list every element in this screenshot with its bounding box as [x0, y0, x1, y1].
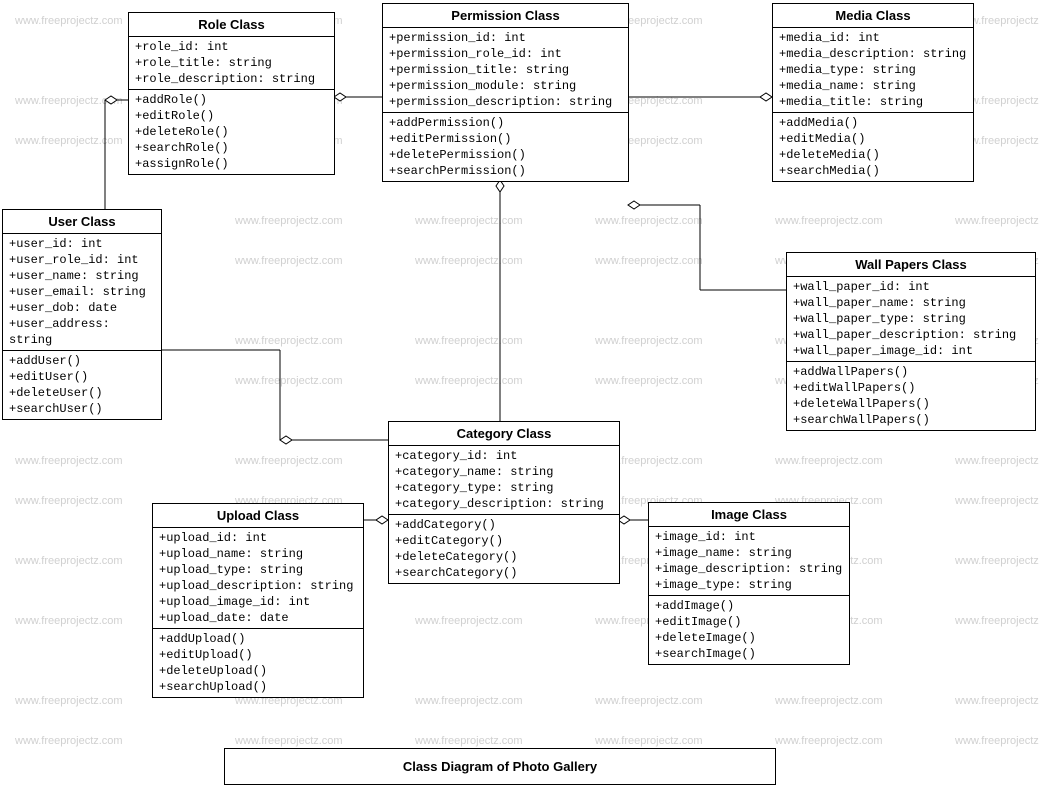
class-operations: +addUser()+editUser()+deleteUser()+searc…: [3, 350, 161, 419]
class-role: Role Class +role_id: int+role_title: str…: [128, 12, 335, 175]
class-operations: +addMedia()+editMedia()+deleteMedia()+se…: [773, 112, 973, 181]
class-user: User Class +user_id: int+user_role_id: i…: [2, 209, 162, 420]
class-operations: +addRole()+editRole()+deleteRole()+searc…: [129, 89, 334, 174]
class-attributes: +permission_id: int+permission_role_id: …: [383, 28, 628, 112]
diagram-canvas: Role Class +role_id: int+role_title: str…: [0, 0, 1039, 792]
class-attributes: +user_id: int+user_role_id: int+user_nam…: [3, 234, 161, 350]
class-image: Image Class +image_id: int+image_name: s…: [648, 502, 850, 665]
class-operations: +addImage()+editImage()+deleteImage()+se…: [649, 595, 849, 664]
class-title: Media Class: [773, 4, 973, 28]
class-attributes: +category_id: int+category_name: string+…: [389, 446, 619, 514]
class-title: User Class: [3, 210, 161, 234]
class-title: Upload Class: [153, 504, 363, 528]
class-title: Role Class: [129, 13, 334, 37]
class-title: Wall Papers Class: [787, 253, 1035, 277]
class-attributes: +upload_id: int+upload_name: string+uplo…: [153, 528, 363, 628]
class-wallpapers: Wall Papers Class +wall_paper_id: int+wa…: [786, 252, 1036, 431]
class-operations: +addUpload()+editUpload()+deleteUpload()…: [153, 628, 363, 697]
class-attributes: +media_id: int+media_description: string…: [773, 28, 973, 112]
diagram-title: Class Diagram of Photo Gallery: [224, 748, 776, 785]
class-permission: Permission Class +permission_id: int+per…: [382, 3, 629, 182]
class-operations: +addCategory()+editCategory()+deleteCate…: [389, 514, 619, 583]
class-upload: Upload Class +upload_id: int+upload_name…: [152, 503, 364, 698]
class-title: Category Class: [389, 422, 619, 446]
class-title: Permission Class: [383, 4, 628, 28]
class-media: Media Class +media_id: int+media_descrip…: [772, 3, 974, 182]
class-attributes: +wall_paper_id: int+wall_paper_name: str…: [787, 277, 1035, 361]
class-operations: +addPermission()+editPermission()+delete…: [383, 112, 628, 181]
class-category: Category Class +category_id: int+categor…: [388, 421, 620, 584]
class-attributes: +image_id: int+image_name: string+image_…: [649, 527, 849, 595]
class-operations: +addWallPapers()+editWallPapers()+delete…: [787, 361, 1035, 430]
class-attributes: +role_id: int+role_title: string+role_de…: [129, 37, 334, 89]
class-title: Image Class: [649, 503, 849, 527]
